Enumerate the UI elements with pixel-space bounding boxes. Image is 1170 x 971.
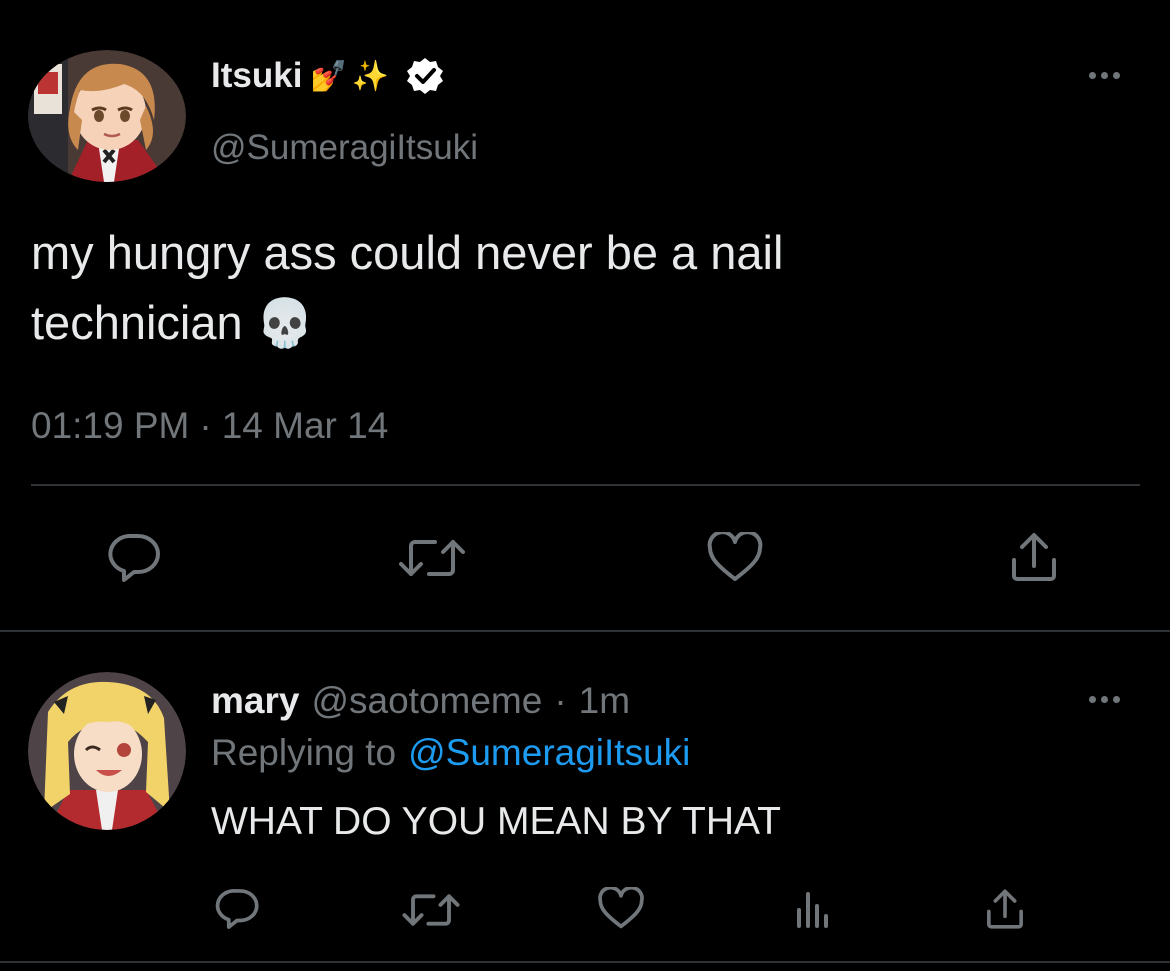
replying-handle-link[interactable]: @SumeragiItsuki	[408, 732, 690, 774]
reply-text: WHAT DO YOU MEAN BY THAT	[211, 800, 781, 843]
heart-icon	[706, 532, 764, 584]
author-name-row: Itsuki 💅✨	[211, 56, 445, 96]
replying-to: Replying to @SumeragiItsuki	[211, 732, 690, 774]
like-button[interactable]	[596, 886, 646, 932]
share-button[interactable]	[982, 886, 1028, 932]
retweet-button[interactable]	[396, 530, 468, 586]
like-button[interactable]	[705, 530, 765, 586]
share-upload-icon	[1008, 530, 1060, 584]
author-name[interactable]: Itsuki	[211, 56, 302, 96]
tweet-date: 14 Mar 14	[221, 405, 389, 446]
itsuki-avatar[interactable]	[28, 50, 186, 182]
analytics-bars-icon	[793, 890, 833, 930]
views-button[interactable]	[790, 888, 836, 932]
reply-button[interactable]	[104, 530, 164, 586]
verified-badge-icon	[405, 56, 445, 96]
tweet-time: 01:19 PM	[31, 405, 190, 446]
divider	[0, 630, 1170, 632]
more-dots-icon[interactable]	[1089, 72, 1120, 79]
reply-author-handle[interactable]: @saotomeme	[311, 680, 542, 722]
mary-avatar[interactable]	[28, 672, 186, 830]
avatar-illustration	[28, 50, 186, 182]
reply-separator: ·	[554, 680, 567, 721]
reply-age[interactable]: 1m	[579, 680, 630, 722]
retweet-button[interactable]	[400, 888, 462, 932]
tweet-timestamp[interactable]: 01:19 PM · 14 Mar 14	[31, 405, 388, 447]
reply-bubble-icon	[106, 532, 162, 584]
reply-bubble-icon	[214, 887, 260, 931]
reply-header: mary @saotomeme · 1m	[211, 680, 630, 722]
timestamp-separator: ·	[199, 405, 212, 446]
divider	[0, 961, 1170, 963]
retweet-icon	[401, 889, 461, 931]
tweet-text-line-1: my hungry ass could never be a nail	[31, 226, 784, 279]
more-dots-icon[interactable]	[1089, 696, 1120, 703]
heart-icon	[597, 887, 645, 931]
share-upload-icon	[984, 887, 1026, 931]
author-handle[interactable]: @SumeragiItsuki	[211, 128, 478, 168]
replying-prefix: Replying to	[211, 732, 397, 773]
reply-author-name[interactable]: mary	[211, 680, 299, 722]
tweet-text: my hungry ass could never be a nail tech…	[31, 218, 1131, 358]
share-button[interactable]	[1006, 528, 1062, 586]
avatar-illustration	[28, 672, 186, 830]
reply-button[interactable]	[212, 886, 262, 932]
retweet-icon	[397, 534, 467, 582]
author-name-emoji: 💅✨	[310, 59, 394, 93]
tweet-text-line-2: technician 💀	[31, 296, 315, 349]
divider	[31, 484, 1140, 486]
